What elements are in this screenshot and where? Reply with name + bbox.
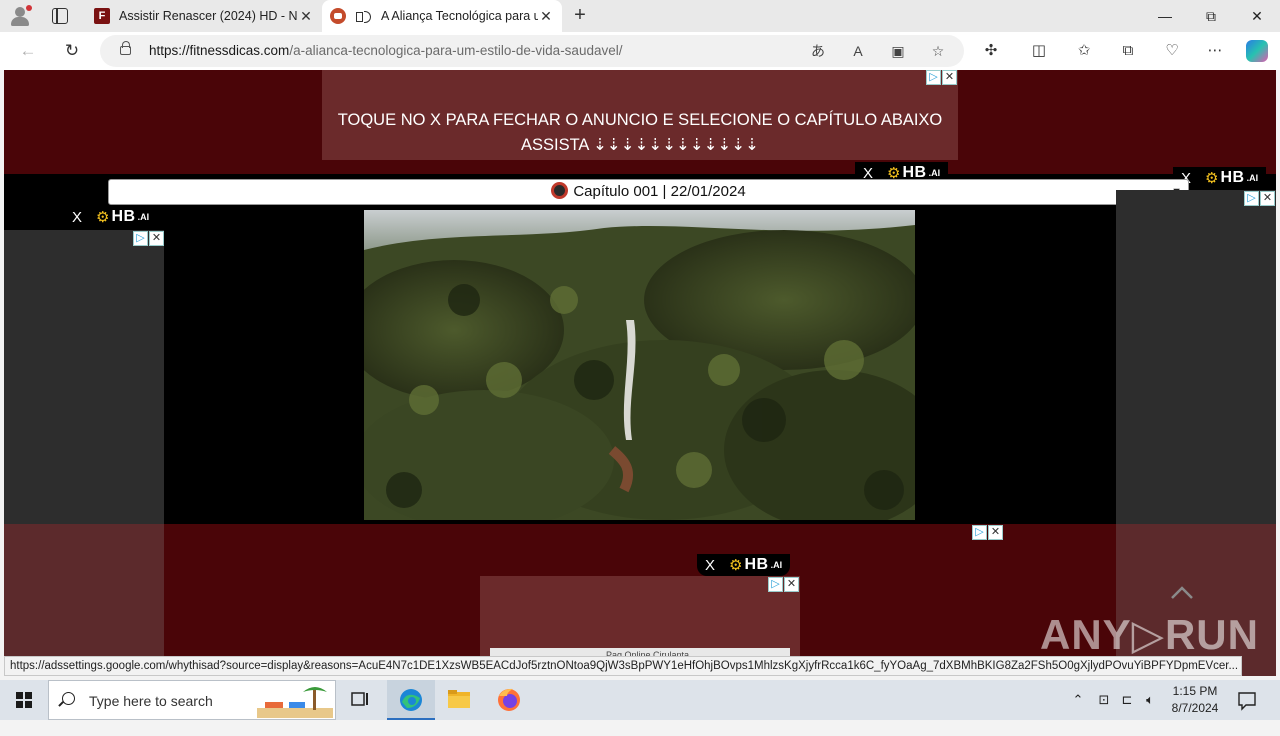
ad-close-icon[interactable]: ✕ — [1260, 191, 1275, 206]
file-explorer-icon[interactable] — [435, 680, 483, 720]
more-menu-icon[interactable]: ⋯ — [1204, 41, 1226, 61]
browser-essentials-icon[interactable]: ♡ — [1161, 41, 1183, 61]
notification-center-icon[interactable] — [1234, 680, 1260, 720]
lock-icon[interactable] — [120, 41, 131, 55]
hb-ai-close-badge-left[interactable]: X ⚙ HB .AI — [64, 206, 158, 228]
tab-favicon-icon: F — [94, 8, 110, 24]
adchoices-icon[interactable]: ▷ — [133, 231, 148, 246]
address-toolbar: ← ↻ https://fitnessdicas.com/a-alianca-t… — [0, 32, 1280, 70]
hb-logo-text: HB — [1220, 169, 1245, 186]
new-tab-button[interactable]: + — [568, 4, 592, 28]
chapter-ring-icon — [551, 182, 569, 199]
top-ad-banner[interactable]: TOQUE NO X PARA FECHAR O ANUNCIO E SELEC… — [322, 70, 958, 160]
chapter-select-value: Capítulo 001 | 22/01/2024 — [573, 183, 746, 200]
favorites-icon[interactable]: ✩ — [1073, 41, 1095, 61]
adchoices-bottom[interactable]: ▷ ✕ — [768, 577, 799, 592]
profile-avatar-icon[interactable] — [8, 5, 32, 27]
hb-logo-suffix: .AI — [137, 212, 150, 222]
ad-banner-line-1: TOQUE NO X PARA FECHAR O ANUNCIO E SELEC… — [337, 111, 943, 129]
adchoices-icon[interactable]: ▷ — [1244, 191, 1259, 206]
close-icon[interactable]: X — [705, 557, 715, 574]
start-button[interactable] — [0, 680, 48, 720]
adchoices-right[interactable]: ▷ ✕ — [1244, 191, 1275, 206]
hb-logo-suffix: .AI — [928, 168, 941, 178]
lower-left-ad-panel[interactable] — [4, 524, 164, 676]
restore-button[interactable]: ⧉ — [1188, 0, 1234, 32]
translate-icon[interactable]: あ — [808, 42, 828, 60]
hb-logo-text: HB — [744, 556, 769, 573]
video-frame-forest — [364, 210, 915, 520]
immersive-reader-icon[interactable]: ▣ — [888, 42, 908, 60]
adchoices-icon[interactable]: ▷ — [972, 525, 987, 540]
hb-ai-close-badge-bottom[interactable]: X ⚙ HB .AI — [697, 554, 791, 576]
tab-title: A Aliança Tecnológica para u — [381, 9, 538, 23]
url-text[interactable]: https://fitnessdicas.com/a-alianca-tecno… — [149, 43, 622, 58]
ad-close-icon[interactable]: ✕ — [149, 231, 164, 246]
windows-logo-icon — [16, 692, 32, 708]
tab-title: Assistir Renascer (2024) HD - Nov — [119, 9, 298, 23]
tab-audio-icon[interactable] — [355, 8, 373, 24]
page-viewport: TOQUE NO X PARA FECHAR O ANUNCIO E SELEC… — [4, 70, 1276, 676]
close-icon[interactable]: X — [72, 209, 82, 226]
hb-gear-logo-icon: ⚙ — [1205, 170, 1219, 187]
clock-time: 1:15 PM — [1172, 684, 1218, 698]
adchoices-left[interactable]: ▷ ✕ — [133, 231, 164, 246]
hb-logo-suffix: .AI — [1246, 173, 1259, 183]
adchoices-icon[interactable]: ▷ — [768, 577, 783, 592]
back-arrow-icon[interactable]: ← — [16, 39, 40, 63]
address-bar[interactable]: https://fitnessdicas.com/a-alianca-tecno… — [100, 35, 964, 67]
volume-icon[interactable]: 🔈︎ — [1140, 680, 1160, 720]
adchoices-lower[interactable]: ▷ ✕ — [972, 525, 1003, 540]
copilot-icon[interactable] — [1246, 40, 1268, 62]
refresh-icon[interactable]: ↻ — [60, 39, 84, 63]
edge-taskbar-icon[interactable] — [387, 680, 435, 720]
tab-close-icon[interactable]: ✕ — [298, 8, 314, 25]
collections-icon[interactable]: ⧉ — [1117, 41, 1139, 61]
tab-favicon-icon — [330, 8, 346, 24]
split-screen-icon[interactable]: ◫ — [1028, 41, 1050, 61]
tab-strip: F Assistir Renascer (2024) HD - Nov ✕ A … — [0, 0, 1280, 32]
adchoices-icon[interactable]: ▷ — [926, 70, 941, 85]
search-highlight-beach-icon — [257, 687, 333, 718]
task-view-button[interactable] — [336, 680, 384, 720]
tab-alianca-tecnologica[interactable]: A Aliança Tecnológica para u ✕ — [322, 0, 562, 32]
chapter-select[interactable]: Capítulo 001 | 22/01/2024 ▼ — [108, 179, 1189, 205]
ad-close-icon[interactable]: ✕ — [988, 525, 1003, 540]
anyrun-watermark: ANY▷RUN — [1040, 611, 1259, 658]
clock-date: 8/7/2024 — [1171, 701, 1219, 715]
network-icon[interactable]: ⊏ — [1117, 680, 1137, 720]
firefox-icon[interactable] — [485, 680, 533, 720]
system-clock[interactable]: 1:15 PM 8/7/2024 — [1166, 683, 1224, 717]
ad-banner-line-2: ASSISTA ⇣⇣⇣⇣⇣⇣⇣⇣⇣⇣⇣⇣ — [520, 136, 760, 154]
tab-renascer[interactable]: F Assistir Renascer (2024) HD - Nov ✕ — [86, 0, 322, 32]
adchoices-top[interactable]: ▷ ✕ — [926, 70, 957, 85]
search-icon — [62, 692, 75, 705]
hb-gear-logo-icon: ⚙ — [96, 209, 110, 226]
video-player[interactable] — [364, 210, 915, 520]
favorite-star-icon[interactable]: ☆ — [928, 42, 948, 60]
extensions-icon[interactable]: ✣ — [980, 41, 1002, 61]
tab-actions-icon[interactable] — [52, 8, 68, 24]
hb-gear-logo-icon: ⚙ — [729, 557, 743, 574]
meet-now-icon[interactable]: ⊡ — [1094, 680, 1114, 720]
read-aloud-icon[interactable]: A — [848, 42, 868, 60]
hb-logo-text: HB — [111, 208, 136, 225]
ad-close-icon[interactable]: ✕ — [942, 70, 957, 85]
tab-close-icon[interactable]: ✕ — [538, 8, 554, 25]
status-bar-link: https://adssettings.google.com/whythisad… — [4, 656, 1242, 676]
close-window-button[interactable]: ✕ — [1234, 0, 1280, 32]
taskbar-search[interactable]: Type here to search — [48, 680, 336, 720]
scroll-to-top-icon[interactable] — [1170, 584, 1194, 600]
minimize-button[interactable]: — — [1142, 0, 1188, 32]
search-placeholder: Type here to search — [89, 693, 213, 709]
taskbar: Type here to search ⌃ ⊡ ⊏ 🔈︎ 1:15 PM 8/7… — [0, 680, 1280, 720]
ad-close-icon[interactable]: ✕ — [784, 577, 799, 592]
show-hidden-icons-chevron-icon[interactable]: ⌃ — [1068, 680, 1088, 720]
hb-logo-suffix: .AI — [770, 560, 783, 570]
